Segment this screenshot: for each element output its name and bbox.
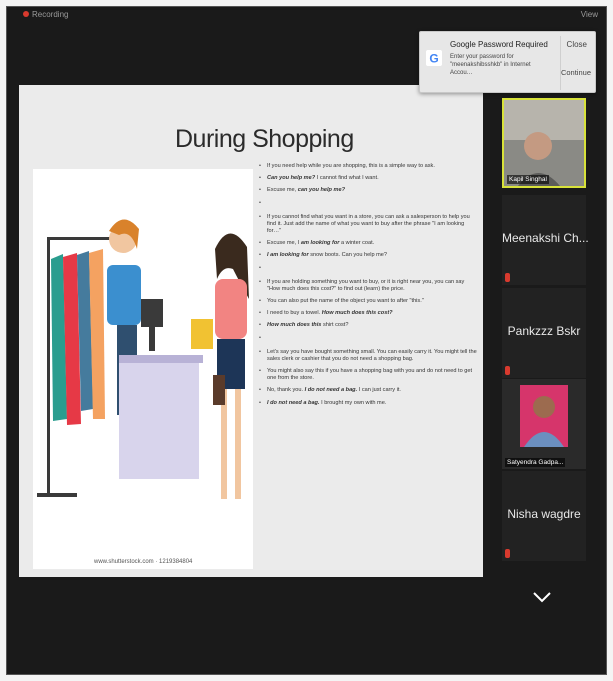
slide-bullet [259,335,477,342]
recording-label: Recording [32,10,68,19]
participant-video [504,100,584,186]
slide-bullet: You can also put the name of the object … [259,298,477,305]
bullet-text: I brought my own with me. [320,400,387,406]
bullet-emphasis: How much does this cost? [322,310,393,316]
continue-button[interactable]: Continue [561,68,591,77]
slide-bullet [259,200,477,207]
popup-message: Enter your password for "meenakshibsshkb… [450,53,554,77]
participant-name: Meenakshi Ch... [502,231,586,245]
participant-name: Pankzzz Bskr [502,324,586,338]
recording-icon [23,11,29,17]
slide-bullet: I am looking for snow boots. Can you hel… [259,252,477,259]
slide-bullet: I need to buy a towel. How much does thi… [259,310,477,317]
chevron-down-icon[interactable] [532,590,552,604]
bullet-text: If you cannot find what you want in a st… [267,214,470,234]
participant-video [502,379,586,469]
shopping-illustration [33,169,253,569]
mic-off-icon [505,273,510,282]
password-popup: G Google Password Required Enter your pa… [419,31,596,93]
bullet-text: You might also say this if you have a sh… [267,368,472,381]
participant-tile[interactable]: Satyendra Gadpa... [502,379,586,469]
shared-slide: During Shopping [19,85,483,577]
participant-tile[interactable]: Kapil Singhal [502,98,586,188]
bullet-emphasis: Can you help me? [267,175,315,181]
popup-divider [560,36,561,90]
participant-name: Nisha wagdre [502,507,586,521]
slide-bullet: Can you help me? I cannot find what I wa… [259,175,477,182]
top-bar: Recording View [7,7,606,23]
mic-off-icon [505,549,510,558]
participant-tile[interactable]: Pankzzz Bskr [502,288,586,378]
slide-bullet: If you need help while you are shopping,… [259,163,477,170]
slide-bullet: Excuse me, I am looking for a winter coa… [259,240,477,247]
close-button[interactable]: Close [567,40,587,49]
meeting-window: Recording View During Shopping [6,6,607,675]
bullet-list: If you need help while you are shopping,… [259,163,477,412]
bullet-text: snow boots. Can you help me? [309,252,387,258]
participant-name: Satyendra Gadpa... [505,458,565,467]
slide-bullet: I do not need a bag. I brought my own wi… [259,400,477,407]
slide-bullet [259,265,477,272]
slide-title: During Shopping [175,125,354,154]
bullet-emphasis: can you help me? [298,187,345,193]
bullet-emphasis: How much does this [267,322,321,328]
bullet-text: Excuse me, I [267,240,301,246]
view-button[interactable]: View [581,10,598,19]
slide-bullet: You might also say this if you have a sh… [259,368,477,382]
bullet-text: I need to buy a towel. [267,310,322,316]
bullet-text: I can just carry it. [357,387,401,393]
popup-title: Google Password Required [450,40,548,49]
bullet-text: I cannot find what I want. [315,175,378,181]
bullet-emphasis: am looking for [301,240,340,246]
svg-text:G: G [429,52,438,66]
slide-bullet: Let's say you have bought something smal… [259,349,477,363]
google-g-icon: G [426,50,442,66]
bullet-text: No, thank you. [267,387,305,393]
slide-bullet: If you are holding something you want to… [259,279,477,293]
bullet-text: If you are holding something you want to… [267,279,464,292]
slide-bullet: How much does this shirt cost? [259,322,477,329]
slide-bullet: No, thank you. I do not need a bag. I ca… [259,387,477,394]
bullet-text: Excuse me, [267,187,298,193]
shopping-illustration-art [33,169,253,569]
bullet-emphasis: I do not need a bag. [267,400,320,406]
bullet-text: You can also put the name of the object … [267,298,424,304]
bullet-text: Let's say you have bought something smal… [267,349,477,362]
bullet-text: a winter coat. [339,240,374,246]
participant-tile[interactable]: Meenakshi Ch... [502,195,586,285]
slide-bullet: If you cannot find what you want in a st… [259,214,477,236]
participant-name: Kapil Singhal [507,175,549,184]
slide-bullet: Excuse me, can you help me? [259,187,477,194]
image-caption: www.shutterstock.com · 1219384804 [94,559,192,565]
bullet-text: If you need help while you are shopping,… [267,163,435,169]
bullet-text: shirt cost? [321,322,348,328]
bullet-emphasis: I do not need a bag. [305,387,358,393]
participant-tile[interactable]: Nisha wagdre [502,471,586,561]
mic-off-icon [505,366,510,375]
bullet-emphasis: I am looking for [267,252,309,258]
